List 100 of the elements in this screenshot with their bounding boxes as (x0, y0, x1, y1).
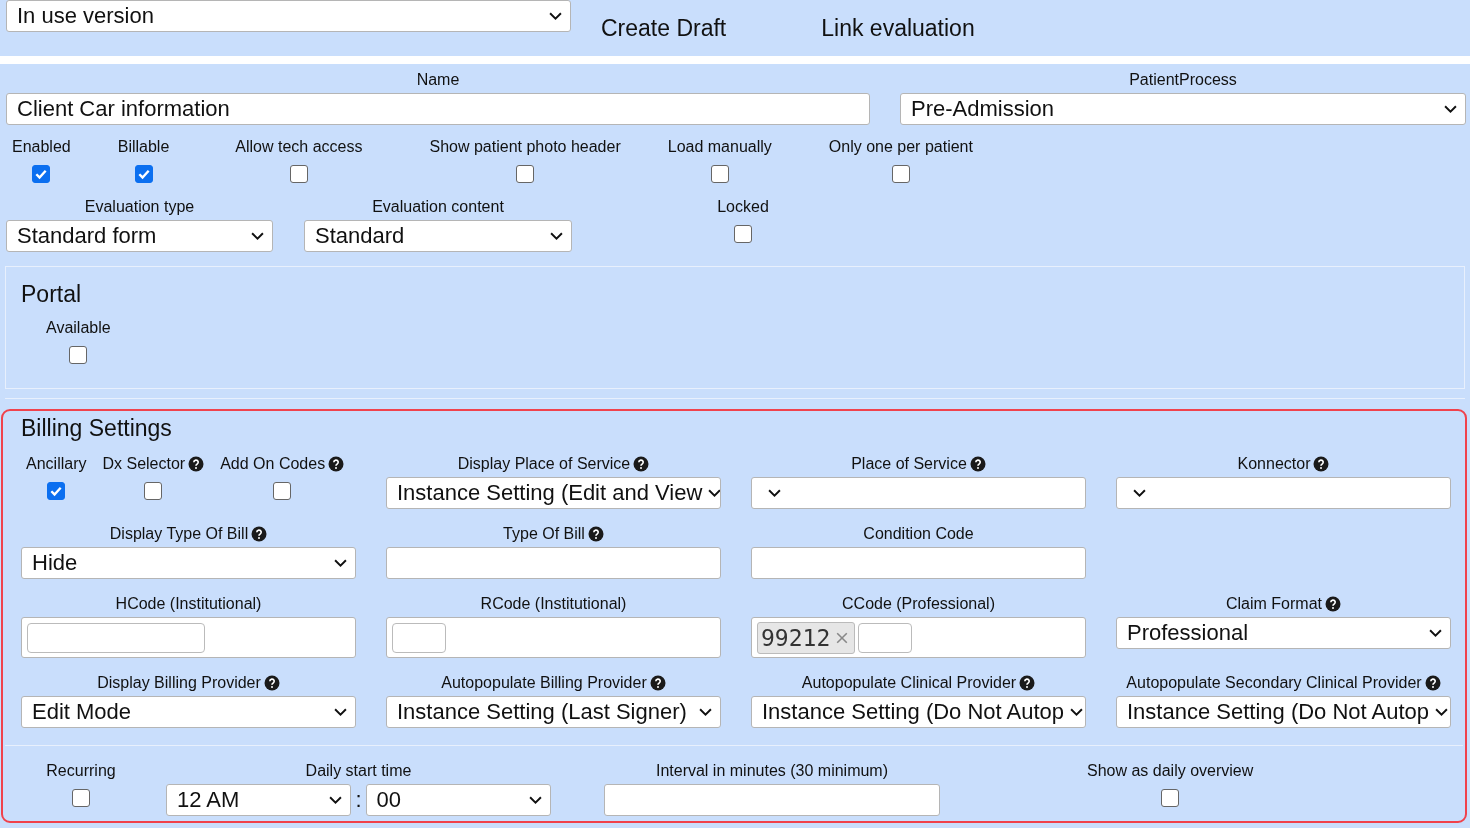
help-icon[interactable] (263, 675, 280, 691)
caret-icon (251, 231, 264, 241)
checkbox[interactable] (144, 482, 163, 500)
field-label: RCode (Institutional) (480, 594, 627, 614)
field-label: Condition Code (863, 524, 974, 544)
checkbox-label: Locked (717, 197, 769, 217)
caret-icon (1429, 628, 1442, 638)
checkbox[interactable] (516, 165, 535, 183)
caret-icon (334, 707, 347, 717)
patient-process-select[interactable]: Pre-Admission (900, 93, 1466, 125)
toolbar-link[interactable]: Link evaluation (821, 14, 975, 42)
evaluation-content-select[interactable]: Standard (304, 220, 572, 252)
help-icon[interactable] (1019, 675, 1036, 691)
checkbox-label: Ancillary (26, 454, 87, 474)
dropdown-select[interactable]: Professional (1116, 617, 1451, 649)
checkbox-label: Dx Selector (102, 454, 186, 474)
checkbox[interactable] (273, 482, 292, 500)
dropdown-select[interactable]: Hide (21, 547, 356, 579)
field-label: HCode (Institutional) (115, 594, 262, 614)
field-label: Type Of Bill (503, 524, 585, 544)
caret-icon (529, 795, 542, 805)
minute-select[interactable]: 00 (365, 784, 551, 816)
evaluation-type-select[interactable]: Standard form (6, 220, 273, 252)
code-tag: 99212 (757, 621, 856, 654)
checkbox[interactable] (710, 165, 729, 183)
caret-icon (768, 488, 781, 498)
help-icon[interactable] (1313, 456, 1330, 472)
checkbox[interactable] (47, 482, 66, 500)
help-icon[interactable] (633, 456, 650, 472)
caret-icon (699, 707, 712, 717)
caret-icon (549, 11, 562, 21)
name-field[interactable]: Client Car information (6, 93, 870, 125)
field-label: Autopopulate Secondary Clinical Provider (1126, 673, 1422, 693)
field-label: Konnector (1237, 454, 1311, 474)
field-label: Autopopulate Clinical Provider (801, 673, 1017, 693)
field-label: Evaluation type (84, 197, 195, 217)
checkbox[interactable] (134, 165, 153, 183)
time-separator: : (355, 787, 362, 813)
field-label: CCode (Professional) (842, 594, 995, 614)
help-icon[interactable] (1325, 596, 1341, 612)
checkbox-label: Recurring (46, 761, 116, 781)
checkbox[interactable] (891, 165, 910, 183)
checkbox[interactable] (289, 165, 308, 183)
help-icon[interactable] (969, 456, 986, 472)
field-label: PatientProcess (1129, 70, 1237, 90)
dropdown-select[interactable]: Instance Setting (Edit and View (386, 477, 721, 509)
field-label: Evaluation content (372, 197, 504, 217)
caret-icon (1435, 707, 1449, 717)
hour-select[interactable]: 12 AM (166, 784, 352, 816)
checkbox-label: Allow tech access (235, 137, 363, 157)
caret-icon (329, 795, 343, 805)
checkbox[interactable] (1161, 789, 1180, 807)
caret-icon (1444, 104, 1457, 114)
checkbox-label: Show patient photo header (429, 137, 621, 157)
checkbox-label: Show as daily overview (1087, 761, 1254, 781)
checkbox[interactable] (72, 789, 90, 807)
checkbox-label: Add On Codes (220, 454, 326, 474)
checkbox[interactable] (69, 346, 88, 364)
checkbox[interactable] (734, 225, 752, 243)
field-label: Interval in minutes (30 minimum) (655, 761, 889, 781)
toolbar-link[interactable]: Create Draft (601, 14, 727, 42)
caret-icon (1070, 707, 1084, 717)
caret-icon (1133, 488, 1146, 498)
field-label: Name (416, 70, 460, 90)
text-field[interactable] (751, 547, 1086, 579)
help-icon[interactable] (251, 526, 268, 542)
section-title: Billing Settings (21, 415, 172, 441)
help-icon[interactable] (587, 526, 604, 542)
checkbox-label: Load manually (667, 137, 772, 157)
help-icon[interactable] (328, 456, 345, 472)
field-label: Daily start time (305, 761, 412, 781)
version-select[interactable]: In use version (6, 0, 571, 32)
checkbox-label: Only one per patient (828, 137, 973, 157)
caret-icon (334, 558, 347, 568)
field-label: Display Type Of Bill (109, 524, 249, 544)
field-label: Autopopulate Billing Provider (441, 673, 647, 693)
field-label: Display Place of Service (457, 454, 631, 474)
text-field[interactable] (386, 547, 721, 579)
checkbox-label: Billable (117, 137, 170, 157)
tag-input-field[interactable] (21, 617, 356, 658)
section-title: Portal (21, 281, 82, 308)
caret-icon (550, 231, 563, 241)
field-label: Claim Format (1226, 594, 1322, 614)
dropdown-select[interactable]: Edit Mode (21, 696, 356, 728)
checkbox-label: Enabled (12, 137, 71, 157)
dropdown-select[interactable]: Instance Setting (Do Not Autop (751, 696, 1086, 728)
help-icon[interactable] (649, 675, 666, 691)
caret-icon (708, 488, 720, 498)
tag-input-field[interactable] (386, 617, 721, 658)
dropdown-select[interactable]: Instance Setting (Do Not Autop (1116, 696, 1451, 728)
field-label: Place of Service (851, 454, 967, 474)
tag-input-field[interactable]: 99212 (751, 617, 1086, 658)
field-label: Display Billing Provider (97, 673, 261, 693)
checkbox-label: Available (46, 318, 111, 338)
dropdown-select[interactable]: Instance Setting (Last Signer) (386, 696, 721, 728)
checkbox[interactable] (32, 165, 51, 183)
help-icon[interactable] (188, 456, 205, 472)
interval-field[interactable] (604, 784, 940, 816)
remove-icon[interactable] (836, 631, 849, 644)
help-icon[interactable] (1424, 675, 1441, 691)
